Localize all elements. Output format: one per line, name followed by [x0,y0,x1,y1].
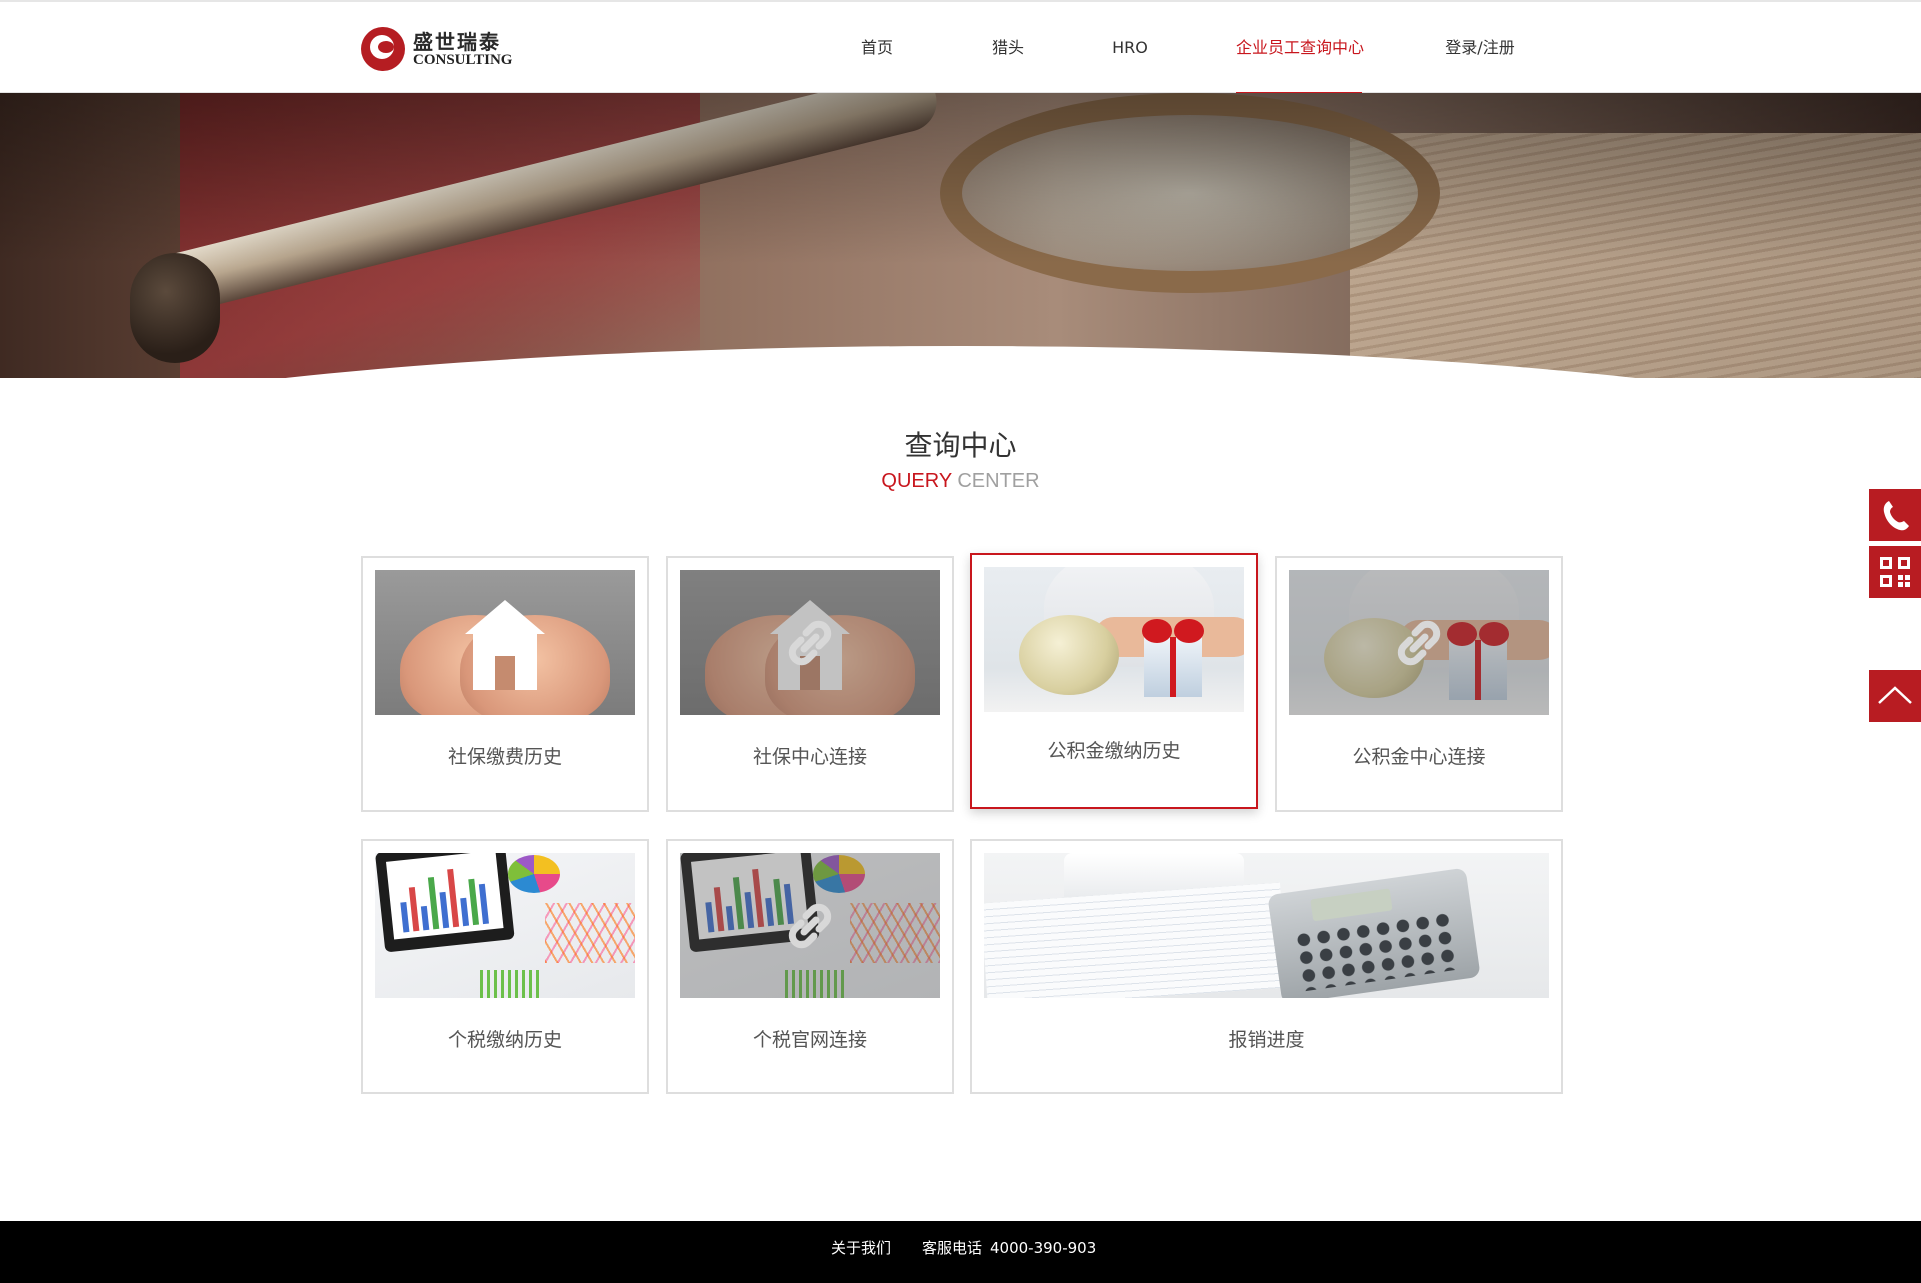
footer-hotline-number: 4000-390-903 [990,1239,1097,1257]
footer-hotline-label: 客服电话 [922,1239,983,1257]
card-social-insurance-history[interactable]: 社保缴费历史 [361,556,649,812]
card-income-tax-history[interactable]: 个税缴纳历史 [361,839,649,1094]
card-image [984,567,1244,712]
section-subtitle: QUERY CENTER [0,470,1921,493]
link-icon [788,903,832,948]
card-reimbursement-progress[interactable]: 报销进度 [970,839,1563,1094]
card-image [375,853,635,998]
logo-mark-icon [361,27,405,71]
card-label: 社保中心连接 [752,746,867,768]
section-subtitle-red: QUERY [881,470,952,492]
card-label: 报销进度 [1228,1029,1305,1051]
float-back-to-top-button[interactable] [1869,670,1921,722]
card-label: 个税缴纳历史 [447,1029,562,1051]
card-label: 公积金缴纳历史 [1047,740,1181,762]
card-image [375,570,635,715]
link-icon [1397,620,1441,665]
nav-login-register[interactable]: 登录/注册 [1442,2,1518,94]
back-to-top-icon [1878,686,1912,704]
card-image [680,570,940,715]
footer-about-link[interactable]: 关于我们 [831,1221,891,1283]
float-phone-button[interactable] [1869,489,1921,541]
nav-employee-query-center[interactable]: 企业员工查询中心 [1236,2,1364,95]
card-social-insurance-center-link[interactable]: 社保中心连接 [666,556,954,812]
phone-icon [1883,501,1909,531]
logo-chinese-name: 盛世瑞泰 [413,30,501,54]
tablet-icon [375,853,515,953]
card-label: 公积金中心连接 [1352,746,1486,768]
house-icon [465,600,545,690]
card-housing-fund-history[interactable]: 公积金缴纳历史 [970,553,1258,809]
nav-hro[interactable]: HRO [1109,2,1151,94]
receipts-image [984,882,1288,998]
card-label: 个税官网连接 [752,1029,867,1051]
card-image [680,853,940,998]
piggy-bank-icon [1019,615,1119,695]
section-subtitle-grey: CENTER [957,470,1040,492]
link-icon [788,620,832,665]
logo-english-name: CONSULTING [413,52,513,68]
float-qrcode-button[interactable] [1869,546,1921,598]
nav-headhunting[interactable]: 猎头 [988,2,1028,94]
card-image [1289,570,1549,715]
site-header: 盛世瑞泰 CONSULTING 首页 猎头 HRO 企业员工查询中心 登录/注册 [0,0,1921,95]
card-label: 社保缴费历史 [447,746,562,768]
section-title: 查询中心 [904,429,1017,462]
logo[interactable]: 盛世瑞泰 CONSULTING [361,26,521,74]
card-housing-fund-center-link[interactable]: 公积金中心连接 [1275,556,1563,812]
calculator-icon [1267,867,1481,998]
card-tax-website-link[interactable]: 个税官网连接 [666,839,954,1094]
card-image [984,853,1549,998]
hero-banner [0,93,1921,378]
gift-house-icon [1144,637,1202,697]
pie-chart-icon [508,855,560,893]
nav-home[interactable]: 首页 [857,2,897,94]
site-footer: 关于我们 客服电话 4000-390-903 [0,1221,1921,1283]
qrcode-icon [1880,557,1910,587]
